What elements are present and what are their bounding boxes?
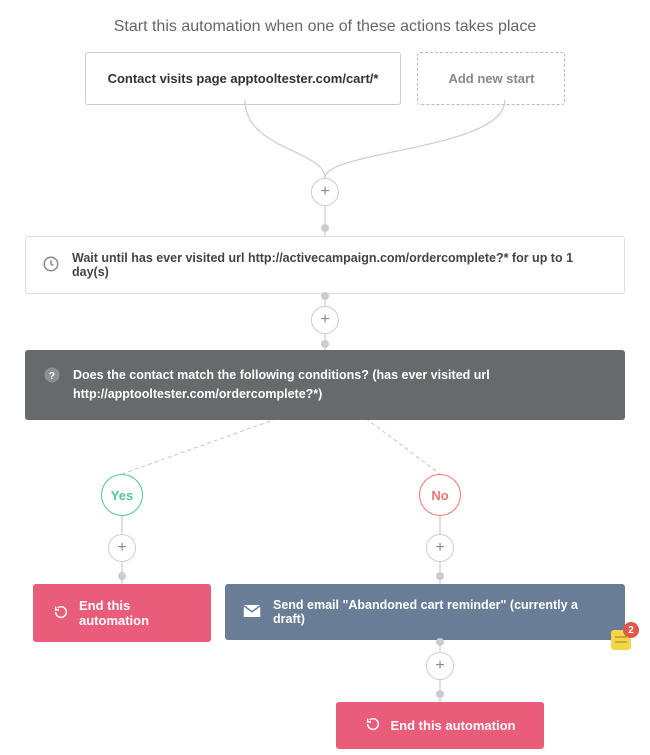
condition-step-box[interactable]: ? Does the contact match the following c… (25, 350, 625, 420)
add-step-button-no-1[interactable]: + (426, 534, 454, 562)
add-step-button-no-2[interactable]: + (426, 652, 454, 680)
no-branch-badge: No (419, 474, 461, 516)
note-icon: 2 (611, 630, 631, 650)
clock-icon (42, 255, 60, 276)
question-icon: ? (43, 366, 61, 390)
start-trigger-label: Contact visits page apptooltester.com/ca… (108, 71, 379, 86)
loop-end-icon (53, 604, 69, 623)
yes-label: Yes (111, 488, 133, 503)
flow-dot (436, 638, 444, 646)
flow-dot (321, 292, 329, 300)
send-email-label: Send email "Abandoned cart reminder" (cu… (273, 598, 607, 626)
add-step-button-yes[interactable]: + (108, 534, 136, 562)
end-automation-no-button[interactable]: End this automation (336, 702, 544, 749)
automation-heading: Start this automation when one of these … (0, 0, 650, 36)
add-step-button-1[interactable]: + (311, 178, 339, 206)
no-label: No (431, 488, 448, 503)
condition-step-text: Does the contact match the following con… (73, 366, 607, 404)
note-badge-count: 2 (623, 622, 639, 638)
email-icon (243, 604, 261, 621)
end-automation-label: End this automation (79, 598, 191, 628)
add-new-start-label: Add new start (448, 71, 534, 86)
add-new-start-button[interactable]: Add new start (417, 52, 565, 105)
flow-dot (436, 572, 444, 580)
start-trigger-box[interactable]: Contact visits page apptooltester.com/ca… (85, 52, 402, 105)
end-automation-label: End this automation (391, 718, 516, 733)
send-email-step-button[interactable]: Send email "Abandoned cart reminder" (cu… (225, 584, 625, 640)
start-row: Contact visits page apptooltester.com/ca… (0, 52, 650, 105)
svg-text:?: ? (49, 370, 55, 382)
flow-dot (321, 340, 329, 348)
end-automation-yes-button[interactable]: End this automation (33, 584, 211, 642)
flow-dot (436, 690, 444, 698)
wait-step-box[interactable]: Wait until has ever visited url http://a… (25, 236, 625, 294)
add-step-button-2[interactable]: + (311, 306, 339, 334)
loop-end-icon (365, 716, 381, 735)
yes-branch-badge: Yes (101, 474, 143, 516)
flow-dot (321, 224, 329, 232)
wait-step-text: Wait until has ever visited url http://a… (72, 251, 608, 279)
flow-dot (118, 572, 126, 580)
